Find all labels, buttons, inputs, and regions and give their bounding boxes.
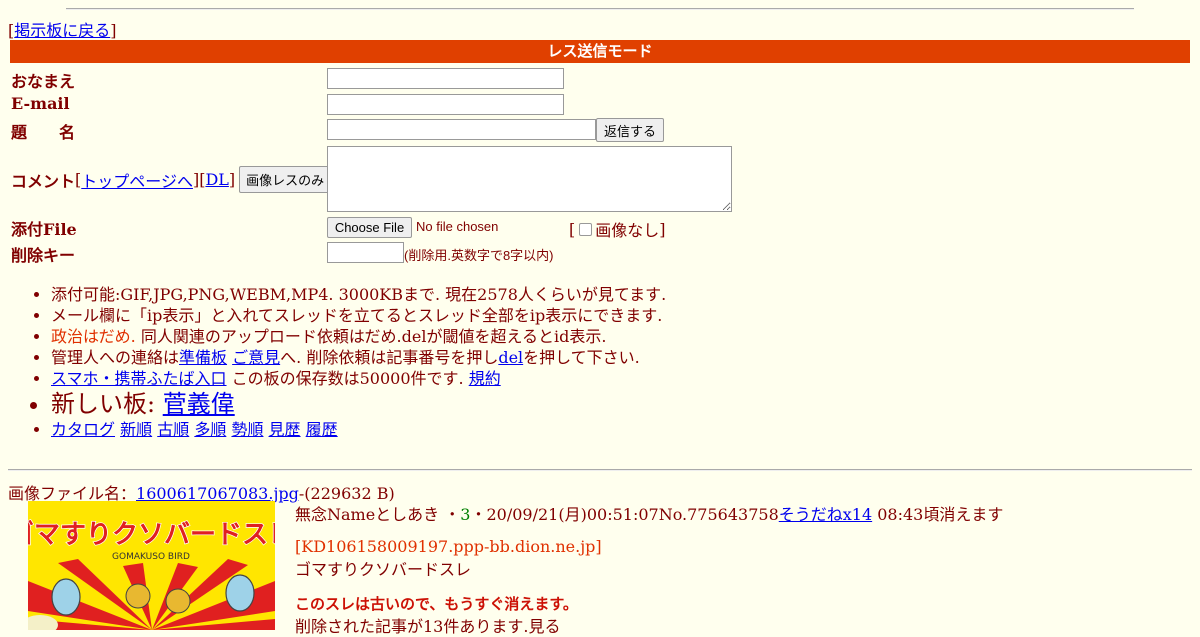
expire-time: 08:43頃消えます xyxy=(872,505,1004,524)
expire-warning: このスレは古いので、もうすぐ消えます。 xyxy=(295,595,578,613)
sodane-link[interactable]: そうだねx14 xyxy=(779,505,872,524)
new-board-link[interactable]: 菅義偉 xyxy=(163,390,235,418)
sort-new-link[interactable]: 新順 xyxy=(120,420,152,439)
no-image-option: [画像なし] xyxy=(569,217,666,241)
rule-ip-display: メール欄に「ip表示」と入れてスレッドを立てるとスレッド全部をip表示にできます… xyxy=(51,305,1151,326)
image-only-button[interactable]: 画像レスのみ xyxy=(239,166,332,193)
rule-contact: 管理人への連絡は準備板 ご意見へ. 削除依頼は記事番号を押しdelを押して下さい… xyxy=(51,347,1151,368)
deleted-posts-note: 削除された記事が13件あります.見る xyxy=(295,617,561,636)
subject-label: 題 名 xyxy=(11,123,76,142)
post-header: 無念Nameとしあき ・3・20/09/21(月)00:51:07No.7756… xyxy=(295,505,1004,524)
poster-ip: [KD106158009197.ppp-bb.dion.ne.jp] xyxy=(295,537,602,556)
comment-textarea[interactable] xyxy=(327,146,732,212)
board-rules-list: 添付可能:GIF,JPG,PNG,WEBM,MP4. 3000KBまで. 現在2… xyxy=(11,284,1151,440)
del-link[interactable]: del xyxy=(498,348,523,367)
rule-attachments: 添付可能:GIF,JPG,PNG,WEBM,MP4. 3000KBまで. 現在2… xyxy=(51,284,1151,305)
bracket-close: ] xyxy=(110,21,117,40)
terms-link[interactable]: 規約 xyxy=(469,369,501,388)
thumbnail-romaji: GOMAKUSO BIRD xyxy=(112,552,190,562)
no-image-checkbox[interactable] xyxy=(579,222,593,236)
sort-old-link[interactable]: 古順 xyxy=(157,420,189,439)
dl-link[interactable]: DL xyxy=(205,170,228,189)
file-status-text: No file chosen xyxy=(416,219,499,234)
thread-thumbnail[interactable]: ゴマすりクソバードスレ GOMAKUSO BIRD xyxy=(28,501,275,630)
back-to-board-link[interactable]: 掲示板に戻る xyxy=(14,21,110,40)
top-page-link[interactable]: トップページへ xyxy=(81,168,193,192)
viewed-history-link[interactable]: 見歴 xyxy=(269,420,301,439)
new-board-notice: 新しい板: 菅義偉 xyxy=(51,389,1151,419)
back-to-board: [掲示板に戻る] xyxy=(8,17,117,41)
view-mode-links: カタログ 新順 古順 多順 勢順 見歴 履歴 xyxy=(51,419,1151,440)
reply-count: 3 xyxy=(460,505,471,524)
submit-reply-button[interactable]: 返信する xyxy=(596,118,664,142)
thumbnail-image: ゴマすりクソバードスレ GOMAKUSO BIRD xyxy=(28,501,275,630)
poster-name: 無念Nameとしあき xyxy=(295,505,440,524)
rule-mobile: スマホ・携帯ふたば入口 この板の保存数は50000件です. 規約 xyxy=(51,368,1151,389)
subject-input[interactable] xyxy=(327,119,596,140)
post-history-link[interactable]: 履歴 xyxy=(306,420,338,439)
comment-label: コメント xyxy=(11,171,76,191)
rule-politics-warning: 政治はだめ. xyxy=(51,327,136,346)
top-divider xyxy=(66,8,1134,10)
comment-label-row: コメント [トップページへ][DL] 画像レスのみ xyxy=(11,166,332,193)
thread-divider xyxy=(8,469,1192,471)
email-input[interactable] xyxy=(327,94,564,115)
reply-mode-banner: レス送信モード xyxy=(10,40,1190,63)
delete-key-label: 削除キー xyxy=(11,246,76,265)
thumbnail-title: ゴマすりクソバードスレ xyxy=(28,519,275,550)
sort-many-link[interactable]: 多順 xyxy=(194,420,226,439)
email-label: E-mail xyxy=(11,94,70,113)
catalog-link[interactable]: カタログ xyxy=(51,420,115,439)
attach-label: 添付File xyxy=(11,220,77,239)
mobile-entrance-link[interactable]: スマホ・携帯ふたば入口 xyxy=(51,369,227,388)
feedback-link[interactable]: ご意見 xyxy=(232,348,280,367)
choose-file-button[interactable]: Choose File xyxy=(327,217,412,238)
prep-board-link[interactable]: 準備板 xyxy=(179,348,227,367)
sort-momentum-link[interactable]: 勢順 xyxy=(231,420,263,439)
rule-politics: 政治はだめ. 同人関連のアップロード依頼はだめ.delが閾値を超えるとid表示. xyxy=(51,326,1151,347)
no-image-label: 画像なし xyxy=(595,221,660,240)
name-label: おなまえ xyxy=(11,72,76,91)
delete-key-note: (削除用.英数字で8字以内) xyxy=(404,248,554,263)
post-body: ゴマすりクソバードスレ xyxy=(295,560,472,579)
post-datetime-number: 20/09/21(月)00:51:07No.775643758 xyxy=(486,505,779,524)
name-input[interactable] xyxy=(327,68,564,89)
delete-key-input[interactable] xyxy=(327,242,404,263)
